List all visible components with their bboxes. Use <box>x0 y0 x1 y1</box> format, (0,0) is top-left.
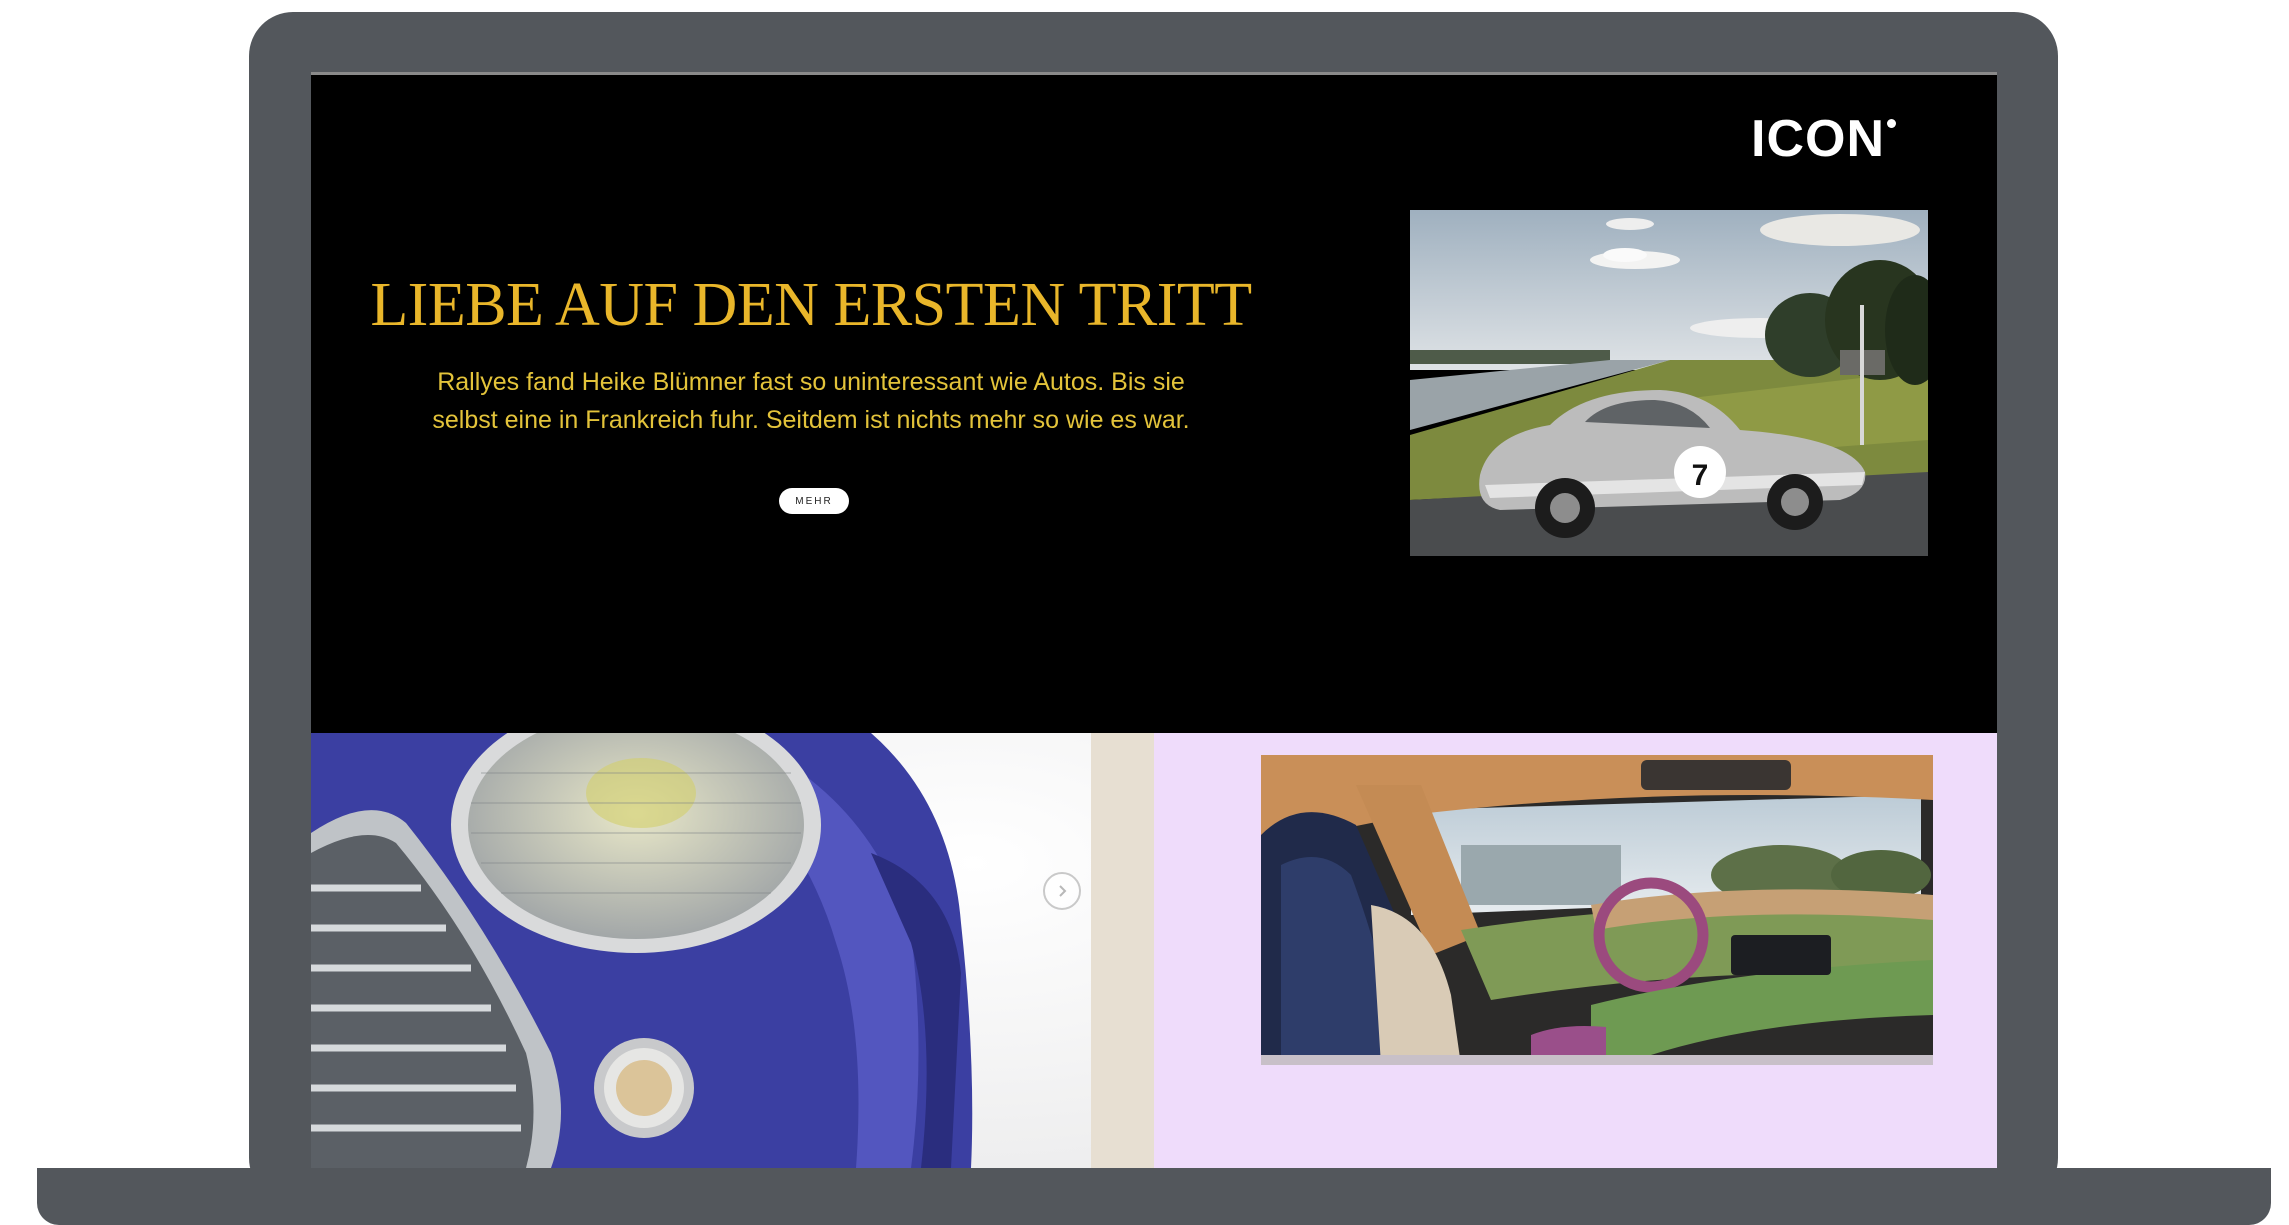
laptop-base <box>37 1168 2271 1225</box>
divider-strip <box>1091 733 1154 1168</box>
hero-headline[interactable]: LIEBE AUF DEN ERSTEN TRITT <box>311 270 1311 341</box>
hero-section: ICON LIEBE AUF DEN ERSTEN TRITT Rallyes … <box>311 75 1997 733</box>
car-number: 7 <box>1692 459 1709 492</box>
classic-car-photo <box>311 733 1091 1168</box>
hero-teaser: Rallyes fand Heike Blümner fast so unint… <box>371 363 1251 439</box>
teaser-line-1: Rallyes fand Heike Blümner fast so unint… <box>437 368 1185 396</box>
more-button[interactable]: MEHR <box>779 488 849 514</box>
car-interior-photo <box>1261 755 1933 1065</box>
rally-car-photo[interactable]: 7 <box>1410 210 1928 556</box>
classic-car-teaser[interactable] <box>311 733 1091 1168</box>
teaser-line-2: selbst eine in Frankreich fuhr. Seitdem … <box>432 406 1190 434</box>
logo-dot-icon <box>1887 119 1896 128</box>
slider-next-button[interactable] <box>1043 872 1081 910</box>
interior-teaser[interactable] <box>1154 733 1997 1168</box>
chevron-right-icon <box>1059 885 1067 897</box>
icon-logo[interactable]: ICON <box>1751 109 1885 169</box>
browser-viewport: ICON LIEBE AUF DEN ERSTEN TRITT Rallyes … <box>311 72 1997 1168</box>
